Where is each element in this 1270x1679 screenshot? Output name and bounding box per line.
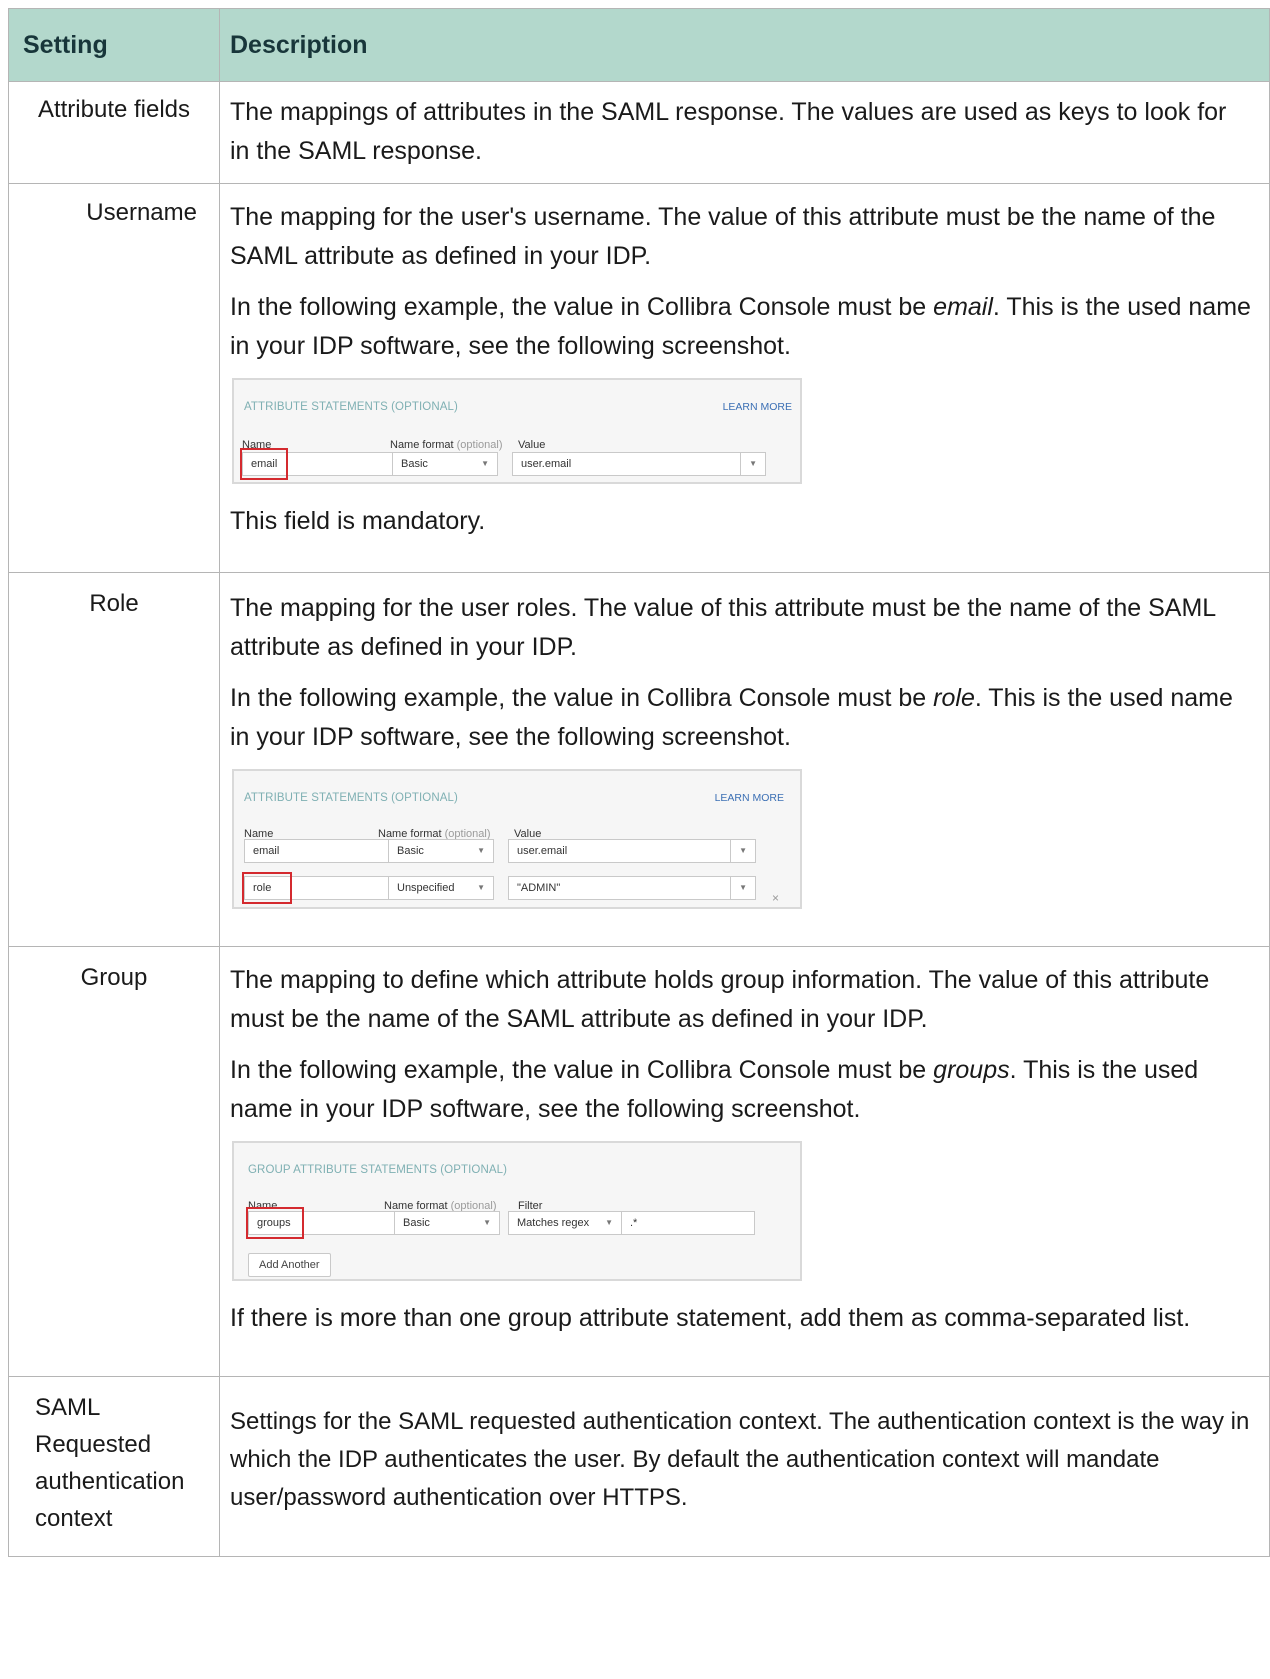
highlight-box [246, 1207, 304, 1239]
setting-group: Group [8, 946, 220, 1377]
filter-type-select[interactable]: Matches regex ▼ [508, 1211, 622, 1235]
desc-role-p1: The mapping for the user roles. The valu… [230, 594, 1216, 661]
add-another-button[interactable]: Add Another [248, 1253, 331, 1277]
chevron-down-icon: ▼ [477, 846, 485, 855]
setting-attribute-fields: Attribute fields [8, 81, 220, 184]
name-input[interactable]: email [244, 839, 390, 863]
desc-role-p2: In the following example, the value in C… [230, 684, 1233, 751]
name-format-select[interactable]: Basic ▼ [388, 839, 494, 863]
close-icon[interactable]: × [772, 879, 779, 918]
table-row: Username The mapping for the user's user… [8, 183, 1270, 573]
chevron-down-icon: ▼ [483, 1218, 491, 1227]
chevron-down-icon: ▼ [739, 883, 747, 892]
setting-username: Username [8, 183, 220, 573]
value-select[interactable]: user.email ▼ [508, 839, 756, 863]
highlight-box [242, 872, 292, 904]
panel-header: ATTRIBUTE STATEMENTS (OPTIONAL) [244, 401, 458, 413]
setting-saml-context: SAML Requested authentication context [8, 1376, 220, 1557]
emphasis-role: role [933, 684, 975, 712]
table-row: Attribute fields The mappings of attribu… [8, 81, 1270, 184]
chevron-down-icon: ▼ [739, 846, 747, 855]
table-row: SAML Requested authentication context Se… [8, 1376, 1270, 1557]
panel-header: GROUP ATTRIBUTE STATEMENTS (OPTIONAL) [248, 1164, 508, 1176]
table-header-row: Setting Description [8, 8, 1270, 82]
learn-more-link[interactable]: LEARN MORE [715, 779, 784, 818]
emphasis-groups: groups [933, 1056, 1010, 1084]
desc-username-p1: The mapping for the user's username. The… [230, 203, 1216, 270]
desc-username-p2: In the following example, the value in C… [230, 293, 1251, 360]
desc-group-p3: If there is more than one group attribut… [230, 1304, 1191, 1332]
chevron-down-icon: ▼ [605, 1218, 613, 1227]
settings-table: Setting Description Attribute fields The… [8, 8, 1270, 1557]
setting-role: Role [8, 572, 220, 947]
filter-value-input[interactable]: .* [621, 1211, 755, 1235]
desc-username-p3: This field is mandatory. [230, 507, 486, 535]
name-format-select[interactable]: Basic ▼ [394, 1211, 500, 1235]
header-setting: Setting [8, 8, 220, 82]
emphasis-email: email [933, 293, 993, 321]
desc-group-p1: The mapping to define which attribute ho… [230, 966, 1210, 1033]
panel-header: ATTRIBUTE STATEMENTS (OPTIONAL) [244, 792, 458, 804]
screenshot-attribute-statements-role: ATTRIBUTE STATEMENTS (OPTIONAL) LEARN MO… [232, 769, 802, 909]
table-row: Role The mapping for the user roles. The… [8, 572, 1270, 947]
table-row: Group The mapping to define which attrib… [8, 946, 1270, 1377]
value-select[interactable]: "ADMIN" ▼ [508, 876, 756, 900]
chevron-down-icon: ▼ [477, 883, 485, 892]
screenshot-attribute-statements-email: ATTRIBUTE STATEMENTS (OPTIONAL) LEARN MO… [232, 378, 802, 484]
chevron-down-icon: ▼ [749, 459, 757, 468]
highlight-box [240, 448, 288, 480]
desc-group-p2: In the following example, the value in C… [230, 1056, 1199, 1123]
header-description: Description [219, 8, 1270, 82]
learn-more-link[interactable]: LEARN MORE [723, 388, 792, 427]
desc-saml-context: Settings for the SAML requested authenti… [230, 1408, 1250, 1511]
desc-attribute-fields: The mappings of attributes in the SAML r… [230, 98, 1227, 165]
name-format-select[interactable]: Unspecified ▼ [388, 876, 494, 900]
chevron-down-icon: ▼ [481, 459, 489, 468]
name-format-select[interactable]: Basic ▼ [392, 452, 498, 476]
value-select[interactable]: user.email ▼ [512, 452, 766, 476]
screenshot-group-attribute-statements: GROUP ATTRIBUTE STATEMENTS (OPTIONAL) Na… [232, 1141, 802, 1281]
